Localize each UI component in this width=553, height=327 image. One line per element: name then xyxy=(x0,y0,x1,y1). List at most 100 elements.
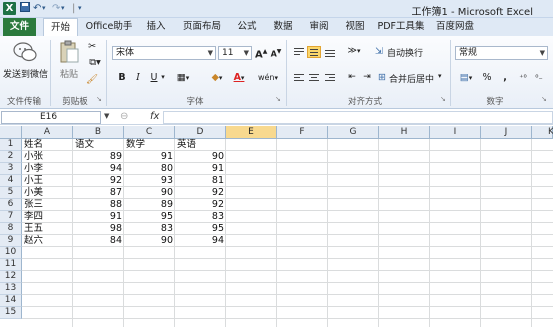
row-header-8[interactable]: 8 xyxy=(0,223,22,235)
tab-data[interactable]: 数据 xyxy=(268,18,298,36)
row-header-2[interactable]: 2 xyxy=(0,151,22,163)
row-header-11[interactable]: 11 xyxy=(0,259,22,271)
decrease-indent-icon[interactable]: ⇤ xyxy=(345,71,359,84)
bold-button[interactable]: B xyxy=(116,71,128,84)
align-left-icon[interactable] xyxy=(292,72,306,84)
formula-bar-expand-icon[interactable]: ⊖ xyxy=(120,111,128,122)
column-header-c[interactable]: C xyxy=(124,126,175,139)
row-header-9[interactable]: 9 xyxy=(0,235,22,247)
cell-c7[interactable]: 95 xyxy=(124,211,175,223)
comma-style-button[interactable]: , xyxy=(499,71,511,84)
column-header-a[interactable]: A xyxy=(22,126,73,139)
name-box-dropdown-icon[interactable]: ▼ xyxy=(104,112,109,120)
align-right-icon[interactable] xyxy=(323,72,337,84)
cell-a2[interactable]: 小张 xyxy=(22,151,73,163)
row-header-12[interactable]: 12 xyxy=(0,271,22,283)
paste-button[interactable]: 粘贴 xyxy=(60,67,78,80)
undo-icon[interactable]: ↶ xyxy=(33,2,41,15)
column-header-f[interactable]: F xyxy=(277,126,328,139)
row-header-14[interactable]: 14 xyxy=(0,295,22,307)
align-middle-icon[interactable] xyxy=(307,46,321,58)
row-header-10[interactable]: 10 xyxy=(0,247,22,259)
cell-b9[interactable]: 84 xyxy=(73,235,124,247)
tab-insert[interactable]: 插入 xyxy=(140,18,172,36)
column-header-i[interactable]: I xyxy=(430,126,481,139)
cell-c6[interactable]: 89 xyxy=(124,199,175,211)
accounting-format-icon[interactable]: ▤▾ xyxy=(456,71,476,85)
row-header-5[interactable]: 5 xyxy=(0,187,22,199)
italic-button[interactable]: I xyxy=(132,71,144,84)
tab-home[interactable]: 开始 xyxy=(43,18,78,37)
font-name-select[interactable]: 宋体 ▼ xyxy=(112,46,216,60)
tab-baidu-netdisk[interactable]: 百度网盘 xyxy=(432,18,478,36)
cell-b4[interactable]: 92 xyxy=(73,175,124,187)
row-header-3[interactable]: 3 xyxy=(0,163,22,175)
wrap-text-icon[interactable]: ⇲ xyxy=(372,45,386,58)
column-header-j[interactable]: J xyxy=(481,126,532,139)
increase-decimal-icon[interactable]: ⁺⁰ xyxy=(516,71,530,84)
row-header-4[interactable]: 4 xyxy=(0,175,22,187)
redo-icon[interactable]: ↷ xyxy=(52,2,60,15)
font-launcher-icon[interactable]: ↘ xyxy=(275,95,281,103)
cell-c3[interactable]: 80 xyxy=(124,163,175,175)
decrease-decimal-icon[interactable]: ⁰₋ xyxy=(532,71,546,84)
align-bottom-icon[interactable] xyxy=(323,46,337,58)
column-header-h[interactable]: H xyxy=(379,126,430,139)
alignment-launcher-icon[interactable]: ↘ xyxy=(440,95,446,103)
font-size-select[interactable]: 11 ▼ xyxy=(218,46,252,60)
cell-d4[interactable]: 81 xyxy=(175,175,226,187)
redo-dropdown-icon[interactable]: ▾ xyxy=(61,2,65,15)
row-header-6[interactable]: 6 xyxy=(0,199,22,211)
tab-view[interactable]: 视图 xyxy=(340,18,370,36)
shrink-font-button[interactable]: A▼ xyxy=(270,45,282,61)
cell-a5[interactable]: 小美 xyxy=(22,187,73,199)
increase-indent-icon[interactable]: ⇥ xyxy=(360,71,374,84)
cut-icon[interactable]: ✂ xyxy=(86,40,98,53)
select-all-corner[interactable] xyxy=(0,126,22,139)
cell-c4[interactable]: 93 xyxy=(124,175,175,187)
cell-c8[interactable]: 83 xyxy=(124,223,175,235)
number-launcher-icon[interactable]: ↘ xyxy=(541,95,547,103)
fill-color-icon[interactable]: ◆▾ xyxy=(208,71,226,85)
formula-input[interactable] xyxy=(163,111,553,124)
percent-style-button[interactable]: % xyxy=(481,71,493,84)
worksheet-grid[interactable]: A B C D E F G H I J K 1 2 3 4 5 6 7 8 9 … xyxy=(0,126,553,327)
column-header-b[interactable]: B xyxy=(73,126,124,139)
cell-a1[interactable]: 姓名 xyxy=(22,139,73,151)
row-header-13[interactable]: 13 xyxy=(0,283,22,295)
underline-dropdown-icon[interactable]: ▾ xyxy=(159,71,167,84)
cell-b8[interactable]: 98 xyxy=(73,223,124,235)
cell-a7[interactable]: 李四 xyxy=(22,211,73,223)
column-header-g[interactable]: G xyxy=(328,126,379,139)
tab-page-layout[interactable]: 页面布局 xyxy=(178,18,226,36)
column-header-d[interactable]: D xyxy=(175,126,226,139)
wechat-icon[interactable] xyxy=(12,41,38,65)
cell-a8[interactable]: 王五 xyxy=(22,223,73,235)
cell-d8[interactable]: 95 xyxy=(175,223,226,235)
cell-d3[interactable]: 91 xyxy=(175,163,226,175)
column-header-k[interactable]: K xyxy=(532,126,553,139)
cell-c1[interactable]: 数学 xyxy=(124,139,175,151)
undo-dropdown-icon[interactable]: ▾ xyxy=(42,2,46,15)
grow-font-button[interactable]: A▲ xyxy=(255,45,267,61)
tab-review[interactable]: 审阅 xyxy=(304,18,334,36)
tab-file[interactable]: 文件 xyxy=(3,18,36,36)
merge-center-button[interactable]: 合并后居中 xyxy=(389,72,434,85)
copy-icon[interactable]: ⧉▾ xyxy=(86,56,104,69)
row-header-7[interactable]: 7 xyxy=(0,211,22,223)
clipboard-launcher-icon[interactable]: ↘ xyxy=(96,95,102,103)
format-painter-icon[interactable]: 🖌 xyxy=(86,73,98,86)
customize-qat-icon[interactable]: ▾ xyxy=(78,2,82,15)
save-icon[interactable] xyxy=(20,2,30,15)
phonetic-guide-button[interactable]: wén▾ xyxy=(257,71,279,85)
cell-d7[interactable]: 83 xyxy=(175,211,226,223)
cell-d9[interactable]: 94 xyxy=(175,235,226,247)
cell-b5[interactable]: 87 xyxy=(73,187,124,199)
row-header-1[interactable]: 1 xyxy=(0,139,22,151)
cell-b3[interactable]: 94 xyxy=(73,163,124,175)
column-header-e[interactable]: E xyxy=(226,126,277,139)
orientation-icon[interactable]: ≫▾ xyxy=(345,45,363,58)
cell-d5[interactable]: 92 xyxy=(175,187,226,199)
cell-d1[interactable]: 英语 xyxy=(175,139,226,151)
font-color-button[interactable]: A▾ xyxy=(231,71,247,85)
